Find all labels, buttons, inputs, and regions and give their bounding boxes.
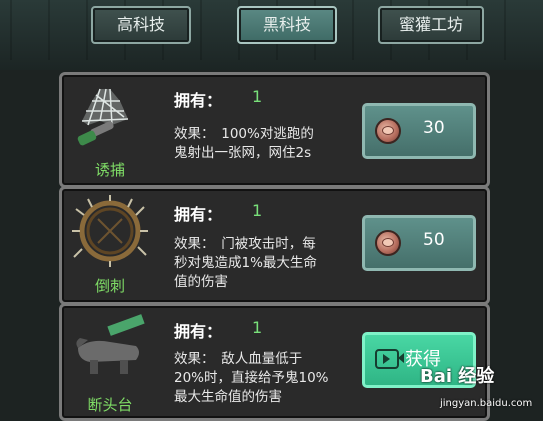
- thorn-ring-icon: [70, 195, 150, 267]
- buy-button[interactable]: 30: [362, 103, 476, 159]
- tab-honey-badger-workshop[interactable]: 蜜獾工坊: [378, 6, 484, 44]
- coin-icon: [375, 118, 401, 144]
- price-label: 50: [423, 230, 445, 250]
- own-label: 拥有：: [174, 322, 223, 341]
- buy-button[interactable]: 50: [362, 215, 476, 271]
- coin-icon: [375, 230, 401, 256]
- tab-high-tech[interactable]: 高科技: [91, 6, 191, 44]
- watermark-url: jingyan.baidu.com: [440, 398, 533, 409]
- item-name: 断头台: [87, 396, 133, 414]
- own-value: 1: [252, 201, 263, 220]
- own-value: 1: [252, 318, 263, 337]
- tab-black-tech[interactable]: 黑科技: [237, 6, 337, 44]
- effect-text: 效果： 100%对逃跑的 鬼射出一张网，网住2s: [174, 126, 314, 161]
- own-label: 拥有：: [174, 205, 223, 224]
- guillotine-icon: [70, 312, 150, 384]
- video-ad-icon: [375, 349, 404, 369]
- effect-text: 效果： 敌人血量低于 20%时，直接给予鬼10% 最大生命值的伤害: [174, 351, 329, 405]
- own-label: 拥有：: [174, 91, 223, 110]
- effect-text: 效果： 门被攻击时，每 秒对鬼造成1%最大生命 值的伤害: [174, 236, 317, 290]
- item-card-trap: 诱捕 拥有： 1 效果： 100%对逃跑的 鬼射出一张网，网住2s 30: [59, 72, 490, 188]
- own-value: 1: [252, 87, 263, 106]
- net-trap-icon: [70, 81, 150, 153]
- item-name: 诱捕: [94, 161, 125, 179]
- price-label: 30: [423, 118, 445, 138]
- watermark-logo: Bai 经验: [420, 366, 495, 387]
- item-card-thorn: 倒刺 拥有： 1 效果： 门被攻击时，每 秒对鬼造成1%最大生命 值的伤害 50: [59, 186, 490, 305]
- item-name: 倒刺: [94, 277, 125, 295]
